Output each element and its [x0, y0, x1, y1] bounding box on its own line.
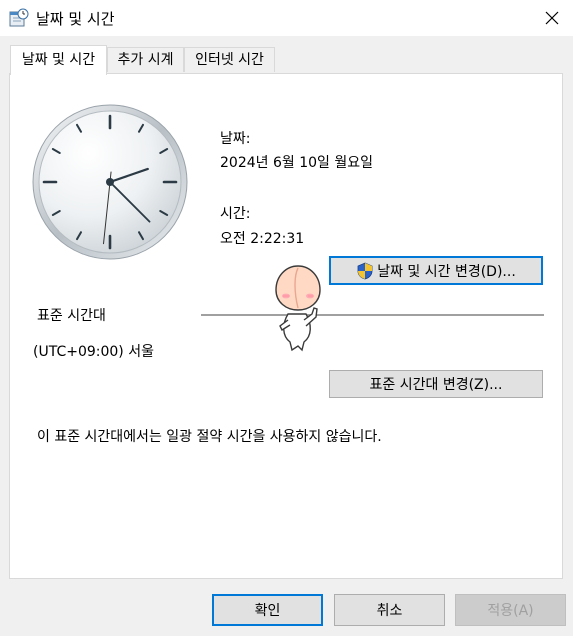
- close-button[interactable]: [537, 4, 567, 32]
- window-title: 날짜 및 시간: [36, 10, 115, 28]
- title-bar: 날짜 및 시간: [0, 0, 573, 36]
- apply-button[interactable]: 적용(A): [455, 594, 566, 626]
- date-label: 날짜:: [220, 131, 251, 147]
- dst-note: 이 표준 시간대에서는 일광 절약 시간을 사용하지 않습니다.: [37, 429, 382, 445]
- date-time-icon: [9, 8, 29, 28]
- uac-shield-icon: [357, 262, 373, 279]
- timezone-divider: [201, 314, 544, 316]
- change-timezone-button[interactable]: 표준 시간대 변경(Z)...: [329, 370, 543, 398]
- change-date-time-button[interactable]: 날짜 및 시간 변경(D)...: [329, 256, 543, 285]
- change-date-time-label: 날짜 및 시간 변경(D)...: [377, 263, 516, 280]
- close-icon: [545, 11, 559, 25]
- time-value: 오전 2:22:31: [220, 231, 305, 247]
- ok-button[interactable]: 확인: [212, 594, 323, 626]
- date-value: 2024년 6월 10일 월요일: [220, 155, 373, 171]
- tab-additional-clocks[interactable]: 추가 시계: [107, 47, 184, 72]
- tab-internet-time[interactable]: 인터넷 시간: [184, 47, 275, 72]
- analog-clock: [28, 103, 192, 263]
- peach-character-sticker: [268, 262, 334, 352]
- tab-date-time[interactable]: 날짜 및 시간: [10, 45, 107, 75]
- timezone-section-label: 표준 시간대: [37, 308, 106, 324]
- cancel-button[interactable]: 취소: [334, 594, 445, 626]
- time-label: 시간:: [220, 206, 251, 222]
- timezone-value: (UTC+09:00) 서울: [33, 344, 154, 360]
